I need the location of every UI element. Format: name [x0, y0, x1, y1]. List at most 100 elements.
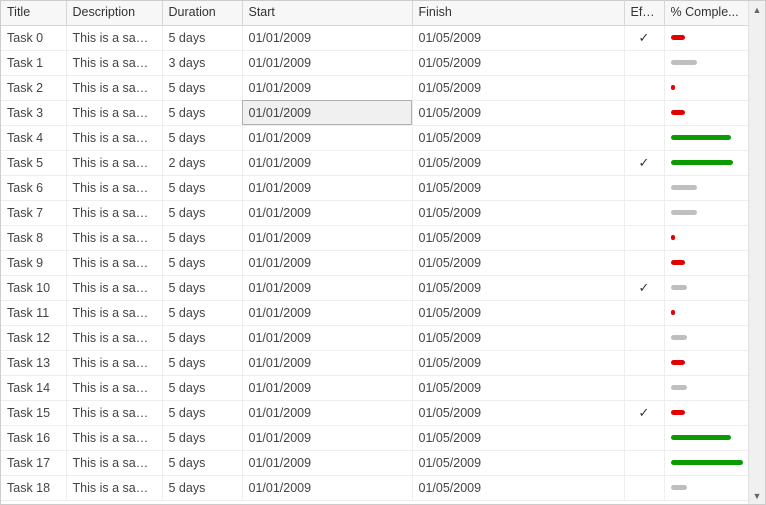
- cell-duration[interactable]: 5 days: [162, 400, 242, 425]
- cell-title[interactable]: Task 3: [1, 100, 66, 125]
- table-row[interactable]: Task 1This is a sam...3 days01/01/200901…: [1, 50, 748, 75]
- cell-pct-complete[interactable]: [664, 125, 748, 150]
- cell-description[interactable]: This is a sam...: [66, 100, 162, 125]
- cell-start[interactable]: 01/01/2009: [242, 375, 412, 400]
- cell-finish[interactable]: 01/05/2009: [412, 25, 624, 50]
- cell-finish[interactable]: 01/05/2009: [412, 250, 624, 275]
- cell-description[interactable]: This is a sam...: [66, 200, 162, 225]
- cell-start[interactable]: 01/01/2009: [242, 400, 412, 425]
- table-row[interactable]: Task 14This is a sam...5 days01/01/20090…: [1, 375, 748, 400]
- cell-start[interactable]: 01/01/2009: [242, 425, 412, 450]
- cell-effort[interactable]: ✓: [624, 150, 664, 175]
- cell-description[interactable]: This is a sam...: [66, 250, 162, 275]
- cell-title[interactable]: Task 15: [1, 400, 66, 425]
- table-row[interactable]: Task 10This is a sam...5 days01/01/20090…: [1, 275, 748, 300]
- cell-pct-complete[interactable]: [664, 450, 748, 475]
- cell-description[interactable]: This is a sam...: [66, 150, 162, 175]
- cell-title[interactable]: Task 7: [1, 200, 66, 225]
- cell-duration[interactable]: 5 days: [162, 100, 242, 125]
- cell-effort[interactable]: [624, 375, 664, 400]
- cell-finish[interactable]: 01/05/2009: [412, 375, 624, 400]
- cell-title[interactable]: Task 18: [1, 475, 66, 500]
- cell-start[interactable]: 01/01/2009: [242, 125, 412, 150]
- table-row[interactable]: Task 18This is a sam...5 days01/01/20090…: [1, 475, 748, 500]
- table-row[interactable]: Task 17This is a sam...5 days01/01/20090…: [1, 450, 748, 475]
- cell-pct-complete[interactable]: [664, 175, 748, 200]
- cell-effort[interactable]: ✓: [624, 25, 664, 50]
- cell-finish[interactable]: 01/05/2009: [412, 400, 624, 425]
- cell-duration[interactable]: 5 days: [162, 325, 242, 350]
- cell-duration[interactable]: 5 days: [162, 250, 242, 275]
- cell-effort[interactable]: [624, 425, 664, 450]
- table-row[interactable]: Task 5This is a sam...2 days01/01/200901…: [1, 150, 748, 175]
- cell-finish[interactable]: 01/05/2009: [412, 475, 624, 500]
- cell-pct-complete[interactable]: [664, 150, 748, 175]
- cell-description[interactable]: This is a sam...: [66, 475, 162, 500]
- cell-description[interactable]: This is a sam...: [66, 450, 162, 475]
- cell-title[interactable]: Task 14: [1, 375, 66, 400]
- cell-pct-complete[interactable]: [664, 350, 748, 375]
- cell-title[interactable]: Task 0: [1, 25, 66, 50]
- cell-effort[interactable]: [624, 350, 664, 375]
- table-row[interactable]: Task 8This is a sam...5 days01/01/200901…: [1, 225, 748, 250]
- cell-start[interactable]: 01/01/2009: [242, 475, 412, 500]
- cell-duration[interactable]: 5 days: [162, 200, 242, 225]
- scroll-up-button[interactable]: ▲: [749, 1, 765, 18]
- cell-effort[interactable]: [624, 75, 664, 100]
- cell-start[interactable]: 01/01/2009: [242, 225, 412, 250]
- cell-title[interactable]: Task 8: [1, 225, 66, 250]
- cell-description[interactable]: This is a sam...: [66, 350, 162, 375]
- cell-effort[interactable]: [624, 50, 664, 75]
- cell-title[interactable]: Task 10: [1, 275, 66, 300]
- table-row[interactable]: Task 6This is a sam...5 days01/01/200901…: [1, 175, 748, 200]
- cell-start[interactable]: 01/01/2009: [242, 450, 412, 475]
- cell-effort[interactable]: [624, 300, 664, 325]
- cell-finish[interactable]: 01/05/2009: [412, 75, 624, 100]
- cell-duration[interactable]: 5 days: [162, 75, 242, 100]
- cell-pct-complete[interactable]: [664, 425, 748, 450]
- cell-start[interactable]: 01/01/2009: [242, 300, 412, 325]
- cell-effort[interactable]: ✓: [624, 275, 664, 300]
- cell-description[interactable]: This is a sam...: [66, 400, 162, 425]
- cell-start[interactable]: 01/01/2009: [242, 25, 412, 50]
- cell-pct-complete[interactable]: [664, 375, 748, 400]
- cell-duration[interactable]: 5 days: [162, 425, 242, 450]
- cell-start[interactable]: 01/01/2009: [242, 250, 412, 275]
- table-row[interactable]: Task 3This is a sam...5 days01/01/200901…: [1, 100, 748, 125]
- cell-pct-complete[interactable]: [664, 50, 748, 75]
- header-duration[interactable]: Duration: [162, 1, 242, 25]
- cell-duration[interactable]: 5 days: [162, 375, 242, 400]
- cell-effort[interactable]: ✓: [624, 400, 664, 425]
- cell-finish[interactable]: 01/05/2009: [412, 50, 624, 75]
- cell-start[interactable]: 01/01/2009: [242, 350, 412, 375]
- cell-start[interactable]: 01/01/2009: [242, 100, 412, 125]
- cell-finish[interactable]: 01/05/2009: [412, 100, 624, 125]
- cell-description[interactable]: This is a sam...: [66, 75, 162, 100]
- cell-description[interactable]: This is a sam...: [66, 300, 162, 325]
- table-row[interactable]: Task 4This is a sam...5 days01/01/200901…: [1, 125, 748, 150]
- cell-effort[interactable]: [624, 125, 664, 150]
- cell-title[interactable]: Task 2: [1, 75, 66, 100]
- cell-finish[interactable]: 01/05/2009: [412, 175, 624, 200]
- cell-duration[interactable]: 5 days: [162, 300, 242, 325]
- cell-description[interactable]: This is a sam...: [66, 325, 162, 350]
- cell-effort[interactable]: [624, 175, 664, 200]
- cell-effort[interactable]: [624, 200, 664, 225]
- cell-pct-complete[interactable]: [664, 475, 748, 500]
- cell-finish[interactable]: 01/05/2009: [412, 125, 624, 150]
- header-title[interactable]: Title: [1, 1, 66, 25]
- cell-description[interactable]: This is a sam...: [66, 375, 162, 400]
- cell-pct-complete[interactable]: [664, 275, 748, 300]
- cell-description[interactable]: This is a sam...: [66, 175, 162, 200]
- scroll-down-button[interactable]: ▼: [749, 487, 765, 504]
- cell-effort[interactable]: [624, 450, 664, 475]
- cell-title[interactable]: Task 17: [1, 450, 66, 475]
- cell-description[interactable]: This is a sam...: [66, 50, 162, 75]
- cell-description[interactable]: This is a sam...: [66, 425, 162, 450]
- table-row[interactable]: Task 0This is a sam...5 days01/01/200901…: [1, 25, 748, 50]
- header-pct-complete[interactable]: % Comple...: [664, 1, 748, 25]
- cell-title[interactable]: Task 9: [1, 250, 66, 275]
- cell-finish[interactable]: 01/05/2009: [412, 325, 624, 350]
- cell-finish[interactable]: 01/05/2009: [412, 150, 624, 175]
- cell-duration[interactable]: 5 days: [162, 175, 242, 200]
